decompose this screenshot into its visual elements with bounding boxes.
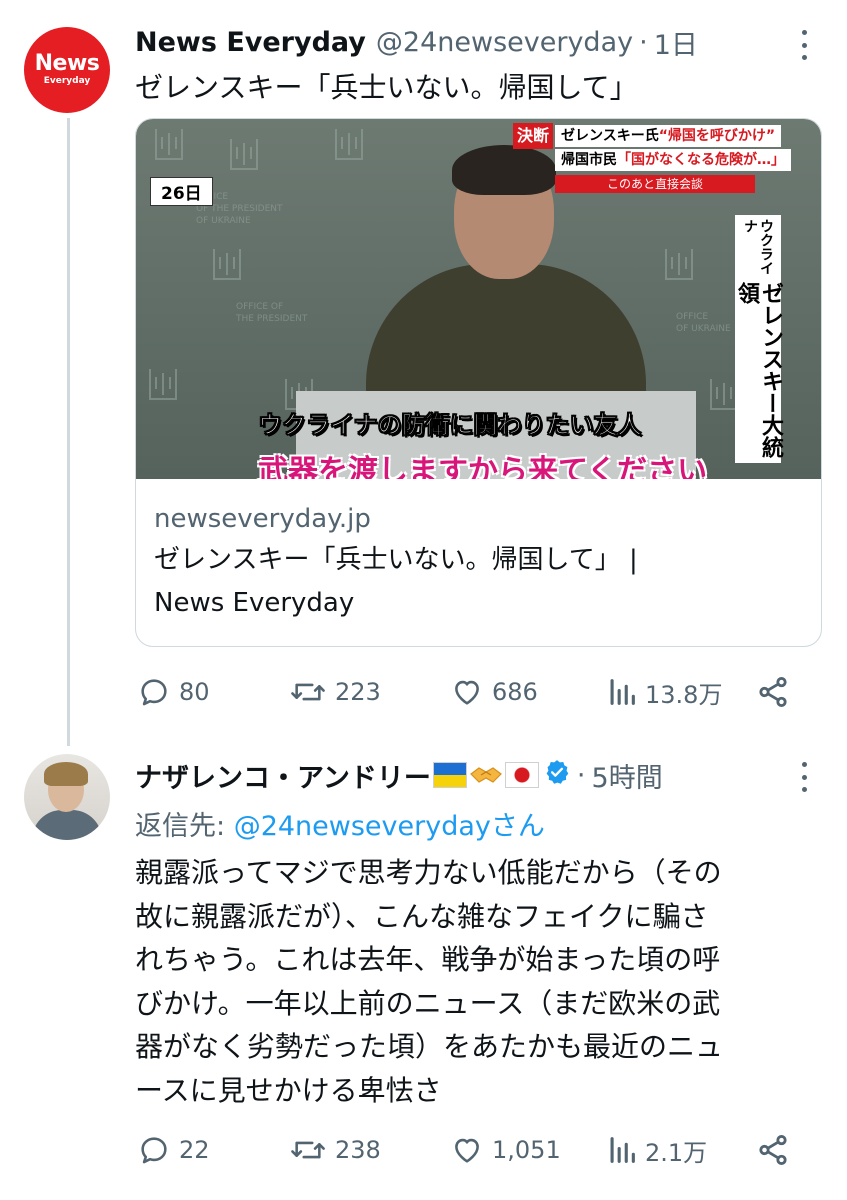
svg-text:OF UKRAINE: OF UKRAINE	[196, 216, 251, 226]
reply-text-line: 故に親露派だが）、こんな雑なフェイクに騙さ	[135, 899, 709, 933]
share-icon	[759, 676, 787, 708]
reply-to-prefix: 返信先:	[135, 811, 234, 842]
reply-text: 親露派ってマジで思考力ない低能だから（その 故に親露派だが）、こんな雑なフェイク…	[135, 851, 835, 1113]
views-count: 13.8万	[645, 680, 723, 709]
retweet-count: 223	[335, 678, 381, 706]
reply-text-line: ースに見せかける卑怯さ	[135, 1073, 442, 1107]
subtitle-line-1: ウクライナの防衛に関わりたい友人	[258, 411, 642, 440]
card-meta[interactable]: newseveryday.jp ゼレンスキー「兵士いない。帰国して」 | New…	[154, 499, 814, 625]
avatar-logo-subtext: Everyday	[43, 76, 91, 86]
video-subtitle: ウクライナの防衛に関わりたい友人 武器を渡しますから来てください	[258, 405, 708, 479]
svg-text:THE PRESIDENT: THE PRESIDENT	[235, 314, 308, 324]
reply-more-options-icon[interactable]	[800, 762, 808, 792]
verified-badge-icon	[543, 758, 571, 793]
ukraine-flag-icon	[432, 762, 467, 788]
header-separator: ·	[639, 26, 648, 58]
banner-line-2: 帰国市民「国がなくなる危険が…」	[555, 149, 791, 171]
retweet-button[interactable]: 223	[287, 675, 381, 709]
reply-icon	[141, 679, 167, 706]
reply-icon	[141, 1137, 167, 1164]
tweet-actions: 80 223 686 13.8万	[135, 672, 795, 712]
reply-like-count: 1,051	[492, 1136, 561, 1164]
reply-header: ナザレンコ・アンドリー · 5時間	[135, 755, 663, 795]
share-icon	[759, 1134, 787, 1166]
banner-line-2-a: 帰国市民	[561, 152, 617, 168]
vertical-caption-country: ウクライナ	[742, 219, 774, 275]
reply-display-name[interactable]: ナザレンコ・アンドリー	[135, 756, 431, 795]
heart-icon	[455, 680, 479, 705]
vertical-caption-name: ゼレンスキー大統領	[734, 281, 783, 458]
reply-retweet-button[interactable]: 238	[287, 1133, 381, 1167]
subtitle-line-2: 武器を渡しますから来てください	[258, 454, 708, 479]
avatar-user[interactable]	[24, 754, 110, 840]
svg-text:OFFICE: OFFICE	[676, 312, 708, 322]
reply-header-separator: ·	[576, 759, 586, 791]
svg-text:OFFICE OF: OFFICE OF	[236, 302, 283, 312]
like-button[interactable]: 686	[448, 675, 538, 709]
reply-text-line: 器がなく劣勢だった頃）をあたかも最近のニュ	[135, 1030, 724, 1064]
reply-to-mention[interactable]: @24newseverydayさん	[234, 811, 545, 842]
share-button[interactable]	[755, 675, 797, 709]
link-card[interactable]: OFFICEOF THE PRESIDENTOF UKRAINE OFFICE …	[135, 118, 822, 647]
reply-text-line: 親露派ってマジで思考力ない低能だから（その	[135, 856, 722, 889]
banner-tag: 決断	[513, 123, 554, 149]
tweet-header: News Everyday @24newseveryday · 1日	[135, 22, 698, 62]
thread-line	[67, 118, 70, 746]
card-image[interactable]: OFFICEOF THE PRESIDENTOF UKRAINE OFFICE …	[136, 119, 821, 479]
date-tag: 26日	[150, 177, 213, 206]
views-chart-icon	[610, 679, 635, 705]
reply-views-count: 2.1万	[645, 1138, 708, 1167]
vertical-caption: ウクライナ ゼレンスキー大統領	[734, 215, 783, 463]
retweet-icon	[291, 1141, 325, 1159]
tweet-time[interactable]: 1日	[654, 23, 698, 62]
views-button[interactable]: 13.8万	[605, 675, 722, 710]
reply-retweet-count: 238	[335, 1136, 381, 1164]
avatar-logo-text: News	[34, 51, 100, 76]
card-title-line-2: News Everyday	[154, 588, 355, 618]
heart-icon	[455, 1138, 479, 1163]
reply-reply-button[interactable]: 22	[135, 1133, 210, 1167]
display-name[interactable]: News Everyday	[135, 27, 366, 58]
svg-text:OF UKRAINE: OF UKRAINE	[676, 324, 731, 334]
reply-reply-count: 22	[179, 1136, 210, 1164]
reply-actions: 22 238 1,051 2.1万	[135, 1130, 795, 1170]
retweet-icon	[291, 683, 325, 701]
more-options-icon[interactable]	[800, 30, 808, 60]
avatar-news-everyday[interactable]: News Everyday	[24, 27, 110, 113]
banner-line-1-b: “帰国を呼びかけ”	[658, 128, 776, 144]
like-count: 686	[492, 678, 538, 706]
card-domain: newseveryday.jp	[154, 504, 371, 534]
japan-flag-icon	[504, 762, 539, 788]
handshake-icon	[469, 762, 503, 788]
reply-text-line: れちゃう。これは去年、戦争が始まった頃の呼	[135, 943, 721, 977]
reply-views-button[interactable]: 2.1万	[605, 1133, 707, 1168]
banner-line-2-b: 「国がなくなる危険が…」	[617, 152, 785, 168]
reply-like-button[interactable]: 1,051	[448, 1133, 561, 1167]
reply-time[interactable]: 5時間	[592, 756, 663, 795]
views-chart-icon	[610, 1137, 635, 1163]
banner-line-1-a: ゼレンスキー氏	[561, 128, 659, 144]
reply-share-button[interactable]	[755, 1133, 797, 1167]
card-title-line-1: ゼレンスキー「兵士いない。帰国して」 |	[154, 545, 638, 575]
reply-button[interactable]: 80	[135, 675, 210, 709]
reply-to-line: 返信先: @24newseverydayさん	[135, 804, 545, 843]
banner-line-1: ゼレンスキー氏“帰国を呼びかけ”	[555, 125, 782, 147]
user-handle[interactable]: @24newseveryday	[376, 27, 633, 58]
tweet-text: ゼレンスキー「兵士いない。帰国して」	[135, 71, 638, 104]
banner-bottom: このあと直接会談	[555, 175, 755, 193]
reply-text-line: びかけ。一年以上前のニュース（まだ欧米の武	[135, 986, 721, 1020]
reply-count: 80	[179, 678, 210, 706]
